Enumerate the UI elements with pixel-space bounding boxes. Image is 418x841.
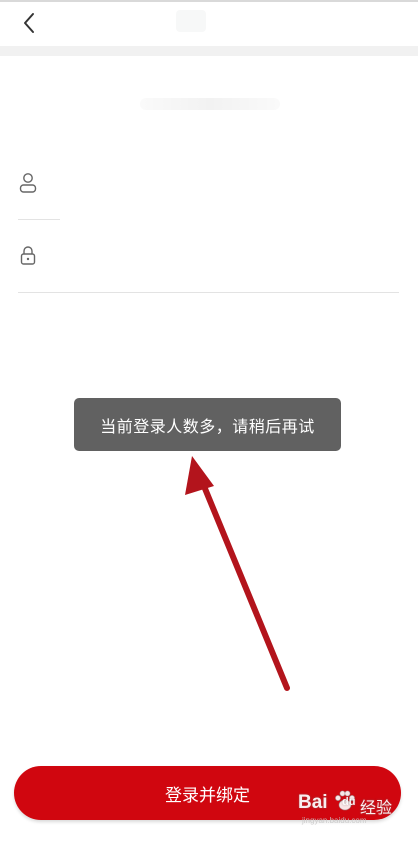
password-input[interactable]	[52, 242, 386, 272]
back-button[interactable]	[14, 8, 44, 38]
lock-icon	[20, 246, 36, 265]
header-separator	[0, 46, 418, 56]
header-logo	[176, 10, 206, 32]
username-input[interactable]	[52, 170, 386, 200]
top-bar	[0, 2, 418, 46]
arrow-head	[185, 456, 214, 495]
chevron-left-icon	[24, 13, 34, 33]
arrow-shaft	[196, 471, 290, 691]
username-field[interactable]	[18, 160, 399, 210]
username-divider	[18, 219, 60, 220]
faint-caption	[140, 98, 280, 110]
password-divider	[18, 292, 399, 293]
login-bind-button[interactable]: 登录并绑定	[14, 766, 401, 820]
user-icon	[19, 173, 37, 193]
toast-message: 当前登录人数多，请稍后再试	[74, 398, 341, 451]
password-field[interactable]	[18, 232, 399, 282]
